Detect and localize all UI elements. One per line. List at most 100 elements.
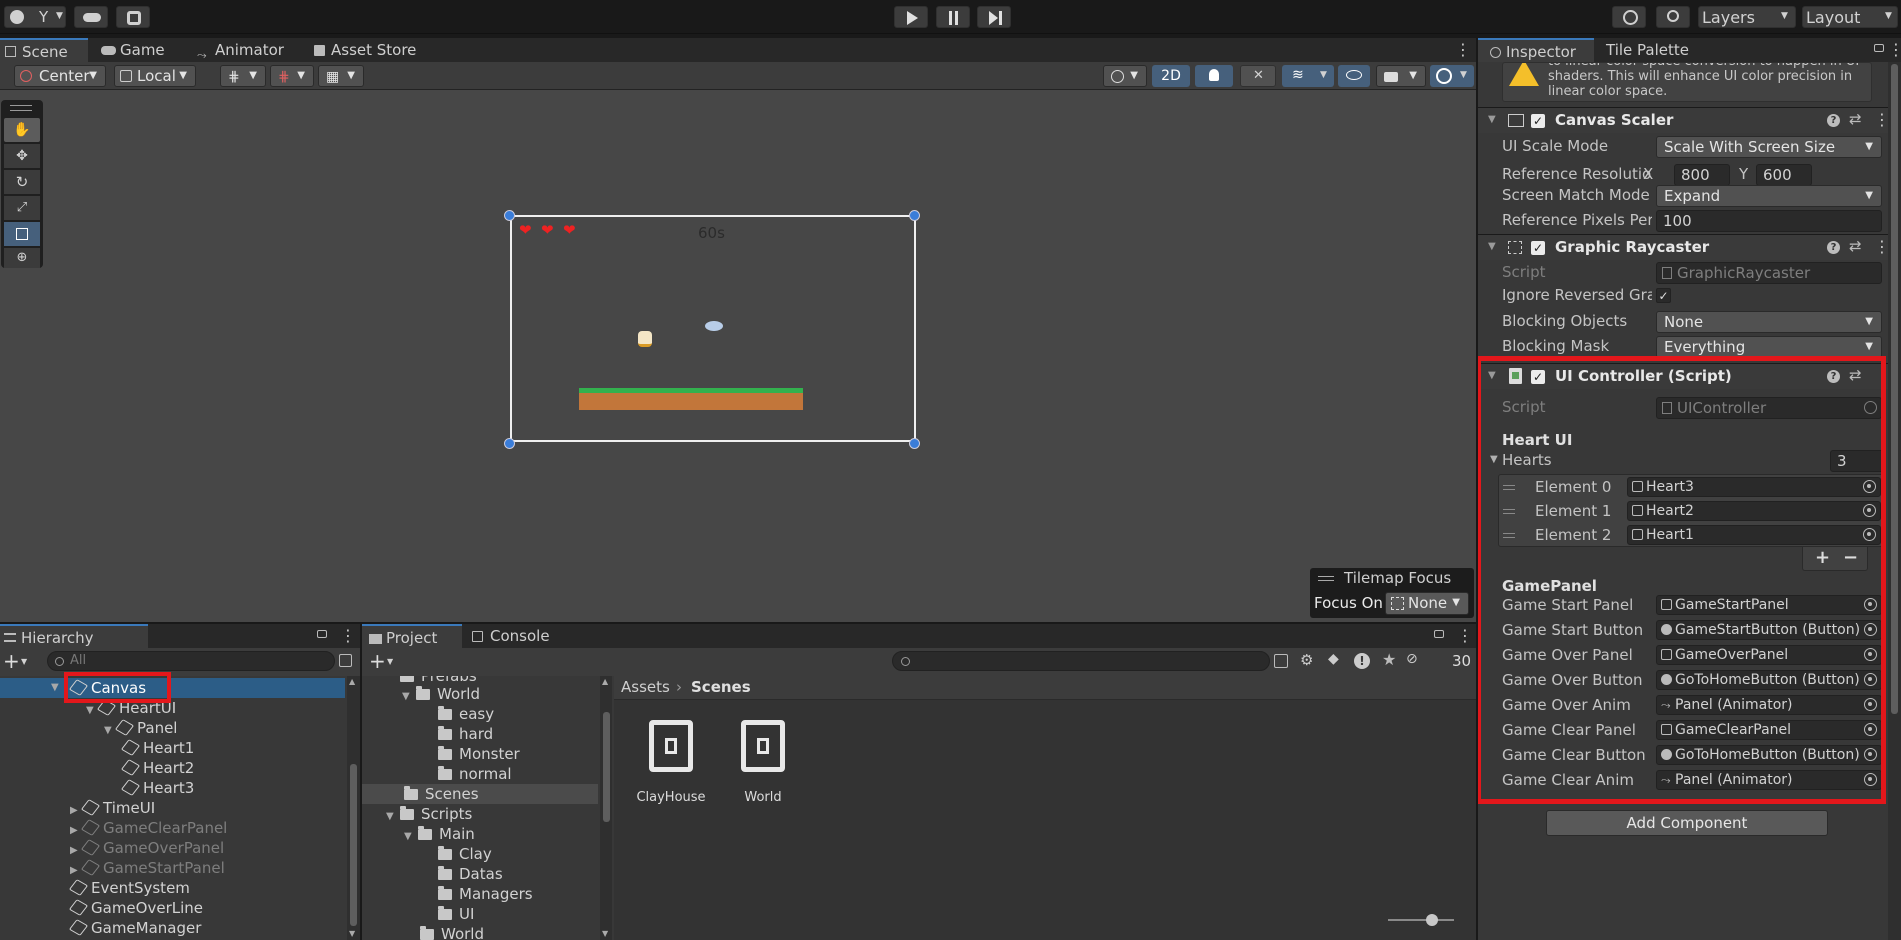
preset-icon[interactable]: ⇄	[1849, 110, 1862, 128]
filter-label-icon[interactable]: ◆	[1328, 651, 1339, 667]
cloud-button[interactable]	[74, 6, 108, 28]
more-options-icon[interactable]: ⋮	[1455, 40, 1471, 59]
create-button[interactable]: +	[3, 649, 20, 673]
move-tool[interactable]: ✥	[4, 144, 40, 168]
add-component-button[interactable]: Add Component	[1546, 810, 1828, 836]
transform-tool[interactable]: ⊕	[4, 248, 40, 268]
rect-tool[interactable]	[4, 222, 40, 246]
create-button[interactable]: +	[369, 649, 386, 673]
layers-dropdown[interactable]: Layers ▼	[1698, 6, 1796, 28]
grid-snap-dropdown[interactable]: ⋕ ▼	[220, 65, 266, 87]
folder-item[interactable]: normal	[438, 764, 512, 784]
graphic-raycaster-header[interactable]: ▼ ✓ Graphic Raycaster ? ⇄ ⋮	[1478, 234, 1888, 260]
filter-type-icon[interactable]: ⚙	[1300, 651, 1313, 669]
space-dropdown[interactable]: Local ▼	[114, 65, 196, 87]
pause-button[interactable]	[936, 6, 970, 28]
draw-mode-dropdown[interactable]: ▼	[1103, 65, 1147, 87]
enabled-checkbox[interactable]: ✓	[1531, 114, 1545, 128]
tab-console[interactable]: Console	[470, 624, 550, 648]
increment-snap-dropdown[interactable]: ⋕ ▼	[270, 65, 314, 87]
grid-visibility-dropdown[interactable]: ▦ ▼	[318, 65, 364, 87]
reference-y-input[interactable]: 600	[1756, 164, 1812, 186]
hierarchy-scrollbar[interactable]: ▲ ▼	[347, 676, 360, 940]
tab-animator[interactable]: ⤳ Animator	[196, 38, 284, 62]
play-button[interactable]	[894, 6, 928, 28]
list-item[interactable]: ▶ TimeUI	[70, 798, 155, 818]
list-item[interactable]: GameManager	[68, 918, 201, 938]
rect-handle[interactable]	[909, 438, 920, 449]
reference-x-input[interactable]: 800	[1674, 164, 1730, 186]
scrollbar-thumb[interactable]	[350, 764, 357, 926]
folder-item[interactable]: ▼ Main	[404, 824, 475, 844]
step-button[interactable]	[977, 6, 1011, 28]
list-item[interactable]: EventSystem	[68, 878, 190, 898]
slider-thumb[interactable]	[1426, 914, 1438, 926]
scrollbar-thumb[interactable]	[603, 712, 610, 822]
tab-tile-palette[interactable]: Tile Palette	[1606, 38, 1689, 62]
folder-item[interactable]: World	[420, 924, 484, 940]
scrollbar-thumb[interactable]	[1891, 64, 1898, 714]
more-options-icon[interactable]: ⋮	[1888, 40, 1901, 59]
enabled-checkbox[interactable]: ✓	[1531, 241, 1545, 255]
inspector-scrollbar[interactable]	[1888, 62, 1901, 940]
tab-scene[interactable]: Scene	[0, 38, 88, 62]
blocking-objects-dropdown[interactable]: None ▼	[1656, 311, 1882, 333]
hand-tool[interactable]: ✋	[4, 118, 40, 142]
folder-item[interactable]: easy	[438, 704, 494, 724]
tab-hierarchy[interactable]: Hierarchy	[0, 624, 148, 648]
more-options-icon[interactable]: ⋮	[1457, 626, 1473, 645]
gizmos-dropdown[interactable]: ▼	[1430, 65, 1474, 87]
filter-warning-icon[interactable]: !	[1354, 653, 1370, 669]
folder-item[interactable]: Clay	[438, 844, 492, 864]
services-button[interactable]	[116, 6, 150, 28]
ignore-reversed-checkbox[interactable]: ✓	[1656, 288, 1671, 303]
tab-inspector[interactable]: Inspector	[1478, 38, 1594, 62]
asset-item[interactable]: World	[720, 714, 806, 808]
hidden-objects-toggle[interactable]	[1338, 65, 1370, 87]
icon-size-slider[interactable]	[1388, 914, 1454, 926]
account-dropdown[interactable]: Y ▼	[4, 6, 66, 28]
folder-item[interactable]: hard	[438, 724, 493, 744]
canvas-rect[interactable]: ❤ ❤ ❤ 60s	[510, 215, 916, 442]
mode-2d-toggle[interactable]: 2D	[1152, 65, 1190, 87]
foldout-arrow-icon[interactable]: ▼	[1488, 241, 1496, 252]
folder-item[interactable]: Managers	[438, 884, 533, 904]
breadcrumb-current[interactable]: Scenes	[691, 678, 751, 696]
search-button[interactable]	[1656, 6, 1690, 28]
asset-item[interactable]: ClayHouse	[628, 714, 714, 808]
audio-toggle[interactable]: ✕	[1240, 65, 1276, 87]
folder-item[interactable]: UI	[438, 904, 474, 924]
list-item[interactable]: Heart2	[120, 758, 194, 778]
reference-pixels-input[interactable]: 100	[1656, 210, 1882, 232]
folder-item[interactable]: Datas	[438, 864, 503, 884]
tab-asset-store[interactable]: Asset Store	[312, 38, 416, 62]
layout-dropdown[interactable]: Layout ▼	[1802, 6, 1898, 28]
tab-game[interactable]: Game	[100, 38, 165, 62]
rect-handle[interactable]	[909, 210, 920, 221]
project-search-input[interactable]	[892, 651, 1270, 671]
list-item[interactable]: Heart3	[120, 778, 194, 798]
scene-visibility-icon[interactable]	[339, 654, 352, 667]
more-options-icon[interactable]: ⋮	[340, 626, 356, 645]
more-options-icon[interactable]: ⋮	[1874, 237, 1888, 256]
overlay-grip[interactable]	[1318, 576, 1334, 581]
folder-item[interactable]: ▼ World	[402, 684, 480, 704]
list-item[interactable]: ▶ GameClearPanel	[70, 818, 227, 838]
scale-tool[interactable]: ⤢	[4, 196, 40, 220]
foldout-arrow-icon[interactable]: ▼	[1488, 114, 1496, 125]
help-icon[interactable]: ?	[1827, 114, 1840, 127]
history-button[interactable]	[1612, 6, 1646, 28]
canvas-scaler-header[interactable]: ▼ ✓ Canvas Scaler ? ⇄ ⋮	[1478, 107, 1888, 133]
tab-project[interactable]: Project	[362, 624, 462, 648]
list-item[interactable]: ▶ GameStartPanel	[70, 858, 225, 878]
folder-tree-scrollbar[interactable]: ▲ ▼	[600, 676, 612, 940]
search-scope-icon[interactable]	[1274, 654, 1288, 668]
list-item[interactable]: ▶ GameOverPanel	[70, 838, 224, 858]
lock-icon[interactable]	[1874, 44, 1884, 52]
palette-grip[interactable]	[10, 105, 32, 111]
chevron-down-icon[interactable]: ▼	[21, 657, 27, 666]
rect-handle[interactable]	[504, 210, 515, 221]
list-item[interactable]: ▼ Panel	[104, 718, 177, 738]
hierarchy-search-input[interactable]: All	[47, 651, 335, 671]
help-icon[interactable]: ?	[1827, 241, 1840, 254]
